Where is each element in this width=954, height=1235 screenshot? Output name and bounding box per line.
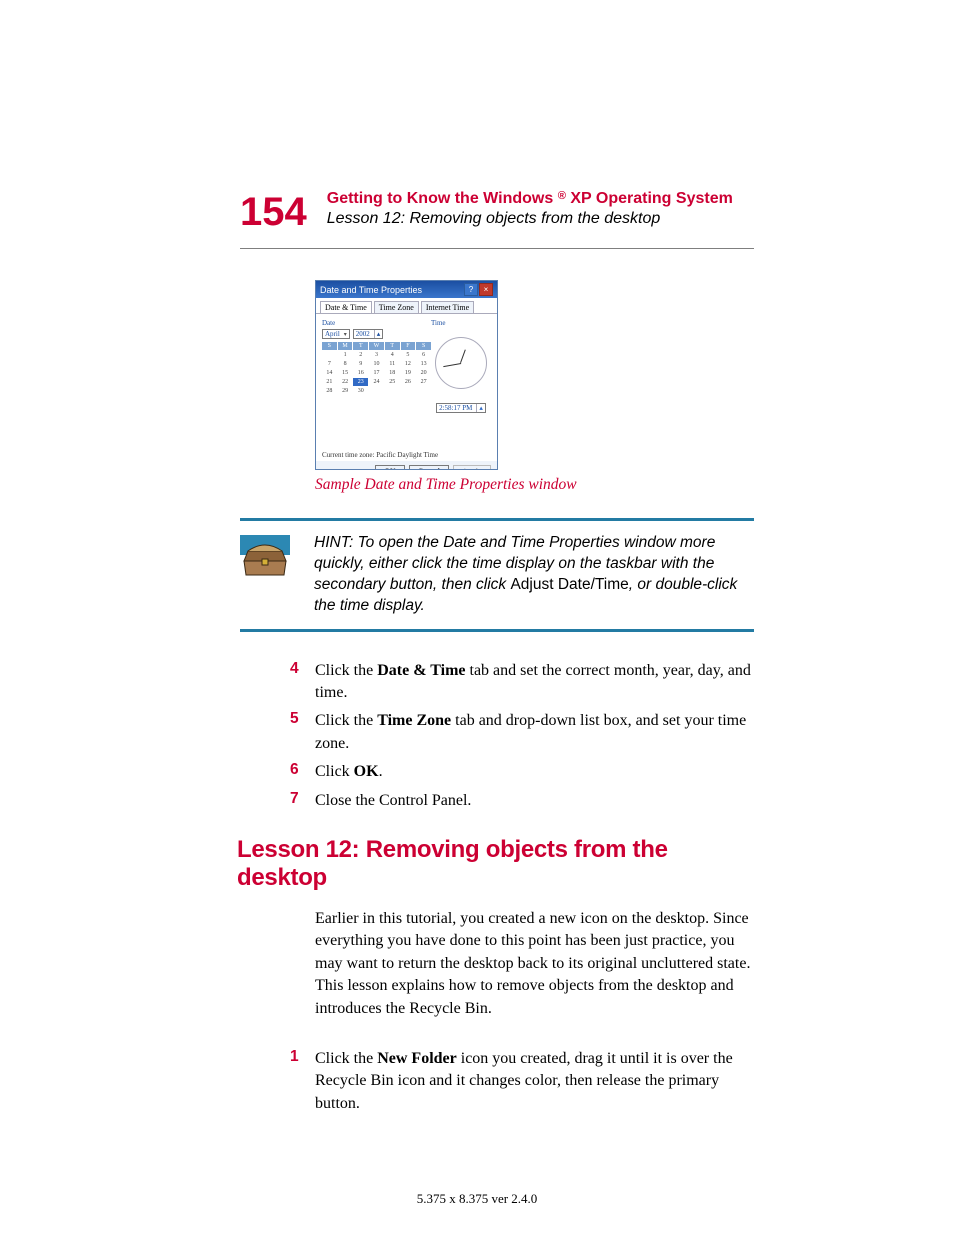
day-cell: 18 xyxy=(385,369,400,377)
step-number: 6 xyxy=(240,761,315,779)
header-text: Getting to Know the Windows ® XP Operati… xyxy=(327,190,733,228)
day-cell: 6 xyxy=(416,351,431,359)
step-number: 5 xyxy=(240,710,315,728)
day-header: F xyxy=(401,342,416,350)
tab-date-time: Date & Time xyxy=(320,301,372,313)
day-cell: 13 xyxy=(416,360,431,368)
page-number: 154 xyxy=(240,192,307,232)
day-cell: 30 xyxy=(353,387,368,395)
hint-block: HINT: To open the Date and Time Properti… xyxy=(240,518,754,632)
day-cell: 23 xyxy=(353,378,368,386)
day-cell: 8 xyxy=(338,360,353,368)
help-icon: ? xyxy=(464,283,478,296)
header-rule xyxy=(240,248,754,249)
day-cell xyxy=(416,387,431,395)
day-cell: 24 xyxy=(369,378,384,386)
step-item: 4Click the Date & Time tab and set the c… xyxy=(240,660,754,705)
page: 154 Getting to Know the Windows ® XP Ope… xyxy=(0,0,954,1235)
dialog-tabs: Date & Time Time Zone Internet Time xyxy=(316,298,497,314)
day-cell: 10 xyxy=(369,360,384,368)
day-cell: 7 xyxy=(322,360,337,368)
day-cell: 12 xyxy=(401,360,416,368)
time-spinner: 2:58:17 PM xyxy=(436,403,486,413)
figure-caption: Sample Date and Time Properties window xyxy=(315,476,754,494)
day-cell: 26 xyxy=(401,378,416,386)
dialog-title: Date and Time Properties xyxy=(320,285,422,295)
day-cell: 29 xyxy=(338,387,353,395)
day-cell: 2 xyxy=(353,351,368,359)
step-item: 5Click the Time Zone tab and drop-down l… xyxy=(240,710,754,755)
step-number: 7 xyxy=(240,790,315,808)
time-label: Time xyxy=(431,319,491,327)
day-cell: 22 xyxy=(338,378,353,386)
treasure-chest-icon xyxy=(240,535,290,579)
steps-list-b: 1Click the New Folder icon you created, … xyxy=(240,1048,754,1115)
day-header: S xyxy=(416,342,431,350)
step-text: Click the Date & Time tab and set the co… xyxy=(315,660,754,705)
step-item: 7Close the Control Panel. xyxy=(240,790,754,812)
step-number: 1 xyxy=(240,1048,315,1066)
day-header: W xyxy=(369,342,384,350)
day-cell: 19 xyxy=(401,369,416,377)
page-header: 154 Getting to Know the Windows ® XP Ope… xyxy=(240,190,754,232)
day-cell xyxy=(322,351,337,359)
day-header: M xyxy=(338,342,353,350)
day-cell: 11 xyxy=(385,360,400,368)
day-cell: 21 xyxy=(322,378,337,386)
step-number: 4 xyxy=(240,660,315,678)
apply-button: Apply xyxy=(453,465,491,470)
day-header: S xyxy=(322,342,337,350)
steps-list-a: 4Click the Date & Time tab and set the c… xyxy=(240,660,754,812)
day-cell: 4 xyxy=(385,351,400,359)
calendar-panel: Date April 2002 SMTWTFS12345678910111213… xyxy=(322,319,431,444)
ok-button: OK xyxy=(375,465,405,470)
hint-text: HINT: To open the Date and Time Properti… xyxy=(314,533,754,617)
page-footer: 5.375 x 8.375 ver 2.4.0 xyxy=(0,1191,954,1207)
tab-internet-time: Internet Time xyxy=(421,301,474,313)
lesson-heading: Lesson 12: Removing objects from the des… xyxy=(237,836,754,892)
cancel-button: Cancel xyxy=(409,465,449,470)
day-cell: 17 xyxy=(369,369,384,377)
day-cell xyxy=(369,387,384,395)
dialog-titlebar: Date and Time Properties ? × xyxy=(316,281,497,298)
dialog-footer: OK Cancel Apply xyxy=(316,461,497,470)
day-header: T xyxy=(385,342,400,350)
calendar-grid: SMTWTFS123456789101112131415161718192021… xyxy=(322,342,431,395)
day-cell: 9 xyxy=(353,360,368,368)
figure-wrapper: Date and Time Properties ? × Date & Time… xyxy=(315,280,754,470)
month-dropdown: April xyxy=(322,329,350,339)
day-header: T xyxy=(353,342,368,350)
step-text: Click OK. xyxy=(315,761,383,783)
day-cell xyxy=(401,387,416,395)
day-cell: 27 xyxy=(416,378,431,386)
intro-paragraph: Earlier in this tutorial, you created a … xyxy=(315,908,754,1020)
day-cell: 28 xyxy=(322,387,337,395)
day-cell: 1 xyxy=(338,351,353,359)
day-cell xyxy=(385,387,400,395)
registered-icon: ® xyxy=(558,190,566,202)
day-cell: 5 xyxy=(401,351,416,359)
date-label: Date xyxy=(322,319,431,327)
day-cell: 15 xyxy=(338,369,353,377)
close-icon: × xyxy=(479,283,493,296)
date-time-dialog-screenshot: Date and Time Properties ? × Date & Time… xyxy=(315,280,498,470)
chapter-title: Getting to Know the Windows ® XP Operati… xyxy=(327,190,733,208)
year-spinner: 2002 xyxy=(353,329,384,339)
timezone-status: Current time zone: Pacific Daylight Time xyxy=(316,449,497,461)
day-cell: 16 xyxy=(353,369,368,377)
day-cell: 20 xyxy=(416,369,431,377)
step-text: Close the Control Panel. xyxy=(315,790,471,812)
lesson-subtitle: Lesson 12: Removing objects from the des… xyxy=(327,210,733,228)
step-item: 1Click the New Folder icon you created, … xyxy=(240,1048,754,1115)
step-item: 6Click OK. xyxy=(240,761,754,783)
day-cell: 14 xyxy=(322,369,337,377)
day-cell: 25 xyxy=(385,378,400,386)
step-text: Click the New Folder icon you created, d… xyxy=(315,1048,754,1115)
clock-panel: Time 2:58:17 PM xyxy=(431,319,491,444)
step-text: Click the Time Zone tab and drop-down li… xyxy=(315,710,754,755)
clock-icon xyxy=(435,337,487,389)
tab-time-zone: Time Zone xyxy=(374,301,419,313)
day-cell: 3 xyxy=(369,351,384,359)
